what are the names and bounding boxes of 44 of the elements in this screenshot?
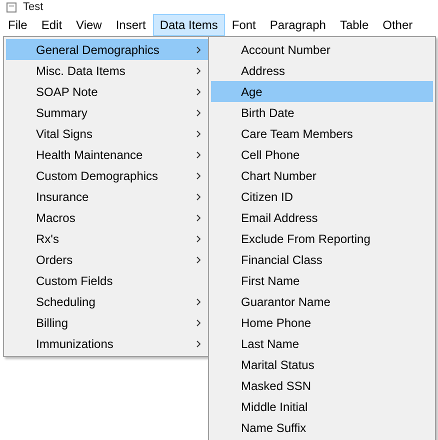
menu-bar-item[interactable]: Font	[224, 14, 263, 36]
menu-item[interactable]: Macros	[6, 207, 209, 228]
menu-item[interactable]: Summary	[6, 102, 209, 123]
menu-item[interactable]: First Name	[211, 270, 433, 291]
menu-item[interactable]: Account Number	[211, 39, 433, 60]
menu-bar-item[interactable]: Insert	[108, 14, 153, 36]
menu-item[interactable]: Guarantor Name	[211, 291, 433, 312]
menu-item[interactable]: Custom Fields	[6, 270, 209, 291]
menu-item[interactable]: Home Phone	[211, 312, 433, 333]
menu-item[interactable]: Rx's	[6, 228, 209, 249]
menu-bar-item[interactable]: View	[69, 14, 109, 36]
menu-bar-item[interactable]: Other	[376, 14, 420, 36]
menu-item[interactable]: Care Team Members	[211, 123, 433, 144]
menu-item[interactable]: Custom Demographics	[6, 165, 209, 186]
menu-item[interactable]: Birth Date	[211, 102, 433, 123]
menu-item[interactable]: Orders	[6, 249, 209, 270]
menu-item[interactable]: Financial Class	[211, 249, 433, 270]
menu-item[interactable]: General Demographics	[6, 39, 209, 60]
menu-item[interactable]: Insurance	[6, 186, 209, 207]
menu-item[interactable]: Misc. Data Items	[6, 60, 209, 81]
menu-item[interactable]: Exclude From Reporting	[211, 228, 433, 249]
menu-item[interactable]: Marital Status	[211, 354, 433, 375]
menu-item[interactable]: Scheduling	[6, 291, 209, 312]
menu-item[interactable]: Age	[211, 81, 433, 102]
menu-bar-item[interactable]: Table	[332, 14, 376, 36]
menu-item[interactable]: Billing	[6, 312, 209, 333]
menu-bar-item[interactable]: Edit	[34, 14, 70, 36]
menu-item[interactable]: Immunizations	[6, 333, 209, 354]
menu-item[interactable]: Cell Phone	[211, 144, 433, 165]
menu-item[interactable]: Masked SSN	[211, 375, 433, 396]
menu-item[interactable]: Chart Number	[211, 165, 433, 186]
menu-bar-item[interactable]: File	[1, 14, 34, 36]
menu-item[interactable]: Citizen ID	[211, 186, 433, 207]
window-title: Test	[23, 0, 44, 14]
menu-item[interactable]: Last Name	[211, 333, 433, 354]
menu-item[interactable]: Address	[211, 60, 433, 81]
menu-item[interactable]: Email Address	[211, 207, 433, 228]
menu-bar-item[interactable]: Data Items	[152, 14, 225, 36]
menu-item[interactable]: Name Suffix	[211, 417, 433, 438]
menu-item[interactable]: Vital Signs	[6, 123, 209, 144]
menu-item[interactable]: SOAP Note	[6, 81, 209, 102]
menu-item[interactable]: Health Maintenance	[6, 144, 209, 165]
menu-item[interactable]: Middle Initial	[211, 396, 433, 417]
menu-bar-item[interactable]: Paragraph	[262, 14, 333, 36]
